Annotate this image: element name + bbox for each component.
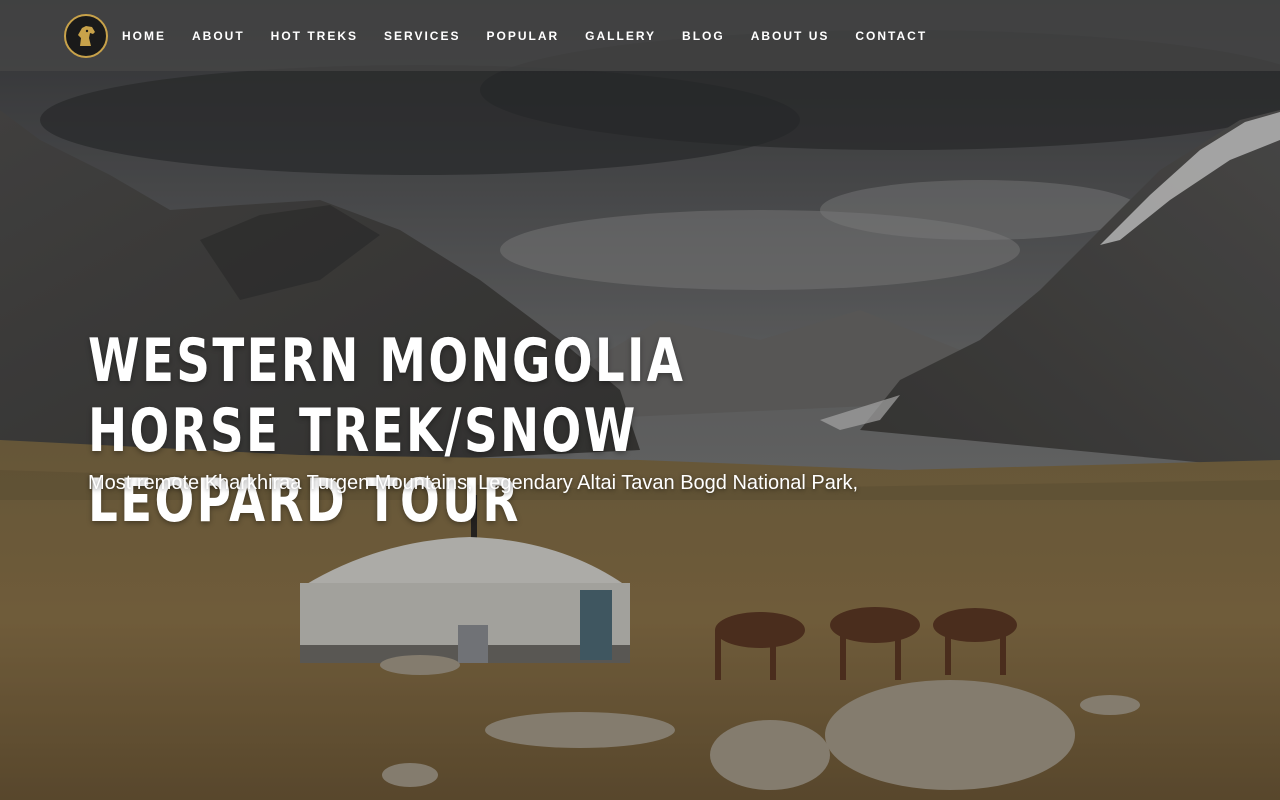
nav-item-blog[interactable]: BLOG [682,29,725,43]
main-menu: HOME ABOUT HOT TREKS SERVICES POPULAR GA… [122,29,953,43]
nav-item-about-us[interactable]: ABOUT US [751,29,830,43]
horse-head-logo-icon[interactable] [64,13,108,58]
nav-item-popular[interactable]: POPULAR [486,29,559,43]
hero-title: WESTERN MONGOLIA HORSE TREK/SNOW LEOPARD… [88,326,686,536]
nav-item-about[interactable]: ABOUT [192,29,245,43]
nav-item-home[interactable]: HOME [122,29,166,43]
top-navigation-bar: HOME ABOUT HOT TREKS SERVICES POPULAR GA… [0,0,1280,71]
nav-item-services[interactable]: SERVICES [384,29,460,43]
hero-subtitle: Most remote Kharkhiraa Turgen Mountains,… [88,472,859,494]
nav-item-hot-treks[interactable]: HOT TREKS [271,29,358,43]
nav-item-gallery[interactable]: GALLERY [585,29,656,43]
nav-item-contact[interactable]: CONTACT [855,29,927,43]
horse-head-icon [78,25,95,46]
